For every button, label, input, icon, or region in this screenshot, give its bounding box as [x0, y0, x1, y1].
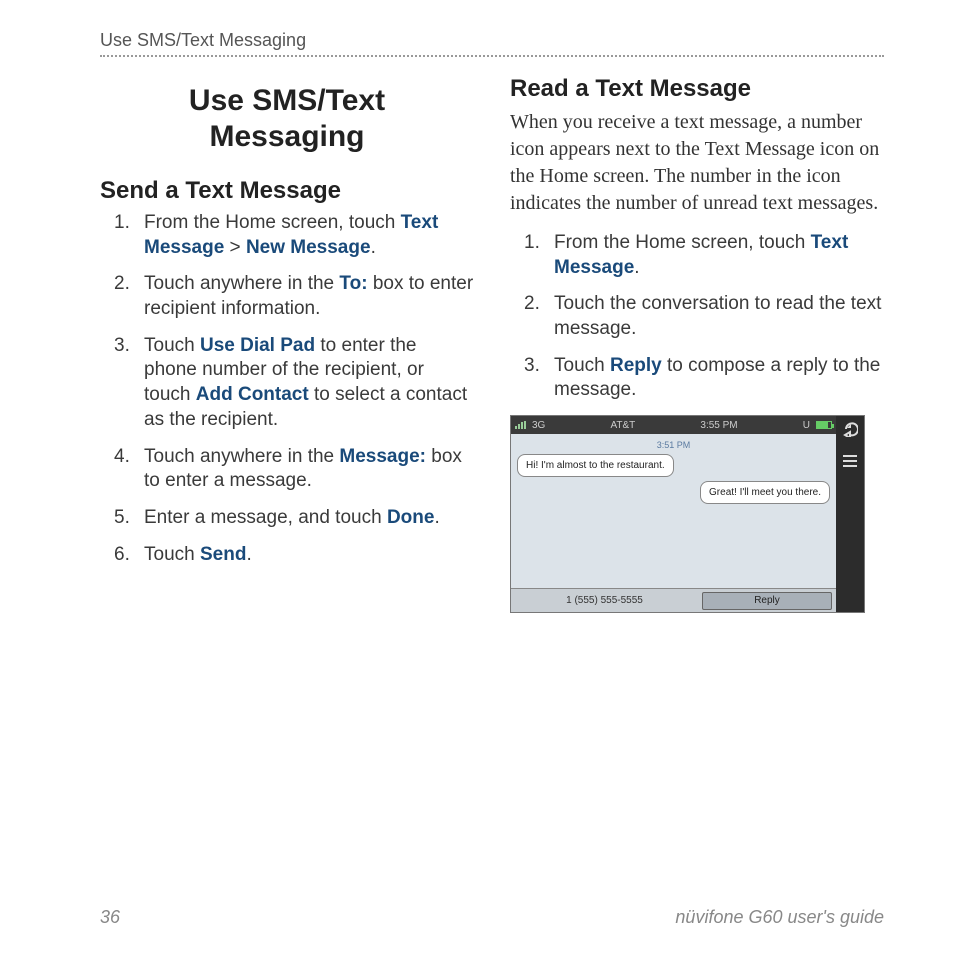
step: 4.Touch anywhere in the Message: box to …: [100, 445, 474, 494]
content-columns: Use SMS/Text Messaging Send a Text Messa…: [100, 75, 884, 613]
send-steps: 1.From the Home screen, touch Text Messa…: [100, 211, 474, 567]
incoming-message-row: Hi! I'm almost to the restaurant.: [517, 454, 830, 477]
network-label: 3G: [532, 420, 545, 431]
right-column: Read a Text Message When you receive a t…: [510, 75, 884, 613]
left-column: Use SMS/Text Messaging Send a Text Messa…: [100, 75, 474, 613]
step: 3.Touch Use Dial Pad to enter the phone …: [100, 334, 474, 433]
title-line-1: Use SMS/Text: [189, 84, 385, 117]
chapter-title: Use SMS/Text Messaging: [100, 83, 474, 155]
contact-number[interactable]: 1 (555) 555-5555: [511, 595, 698, 606]
step: 3.Touch Reply to compose a reply to the …: [510, 354, 884, 403]
status-bar: 3G AT&T 3:55 PM U: [511, 416, 836, 434]
title-line-2: Messaging: [209, 120, 364, 153]
step: 1.From the Home screen, touch Text Messa…: [510, 231, 884, 280]
clock-label: 3:55 PM: [700, 420, 737, 431]
section-heading-send: Send a Text Message: [100, 177, 474, 205]
phone-main-area: 3G AT&T 3:55 PM U 3:51 PM Hi! I'm almost…: [511, 416, 836, 612]
intro-paragraph: When you receive a text message, a numbe…: [510, 109, 884, 217]
outgoing-message-bubble[interactable]: Great! I'll meet you there.: [700, 481, 830, 504]
section-heading-read: Read a Text Message: [510, 75, 884, 103]
page-footer: 36 nüvifone G60 user's guide: [100, 907, 884, 928]
outgoing-message-row: Great! I'll meet you there.: [517, 481, 830, 504]
reply-button[interactable]: Reply: [702, 592, 832, 610]
step: 5.Enter a message, and touch Done.: [100, 506, 474, 531]
signal-icon: [515, 421, 526, 429]
page-number: 36: [100, 907, 120, 928]
conversation-area[interactable]: 3:51 PM Hi! I'm almost to the restaurant…: [511, 434, 836, 588]
read-steps: 1.From the Home screen, touch Text Messa…: [510, 231, 884, 403]
guide-title: nüvifone G60 user's guide: [675, 907, 884, 928]
phone-sidebar: [836, 416, 864, 612]
battery-icon: [816, 421, 832, 429]
step: 2.Touch anywhere in the To: box to enter…: [100, 272, 474, 321]
running-header: Use SMS/Text Messaging: [100, 30, 884, 57]
back-icon[interactable]: [841, 420, 859, 438]
message-timestamp: 3:51 PM: [517, 440, 830, 450]
step: 2.Touch the conversation to read the tex…: [510, 292, 884, 341]
step: 6.Touch Send.: [100, 543, 474, 568]
incoming-message-bubble[interactable]: Hi! I'm almost to the restaurant.: [517, 454, 674, 477]
phone-screenshot: 3G AT&T 3:55 PM U 3:51 PM Hi! I'm almost…: [510, 415, 865, 613]
usb-icon: U: [803, 420, 810, 431]
menu-icon[interactable]: [841, 452, 859, 470]
manual-page: Use SMS/Text Messaging Use SMS/Text Mess…: [0, 0, 954, 954]
step: 1.From the Home screen, touch Text Messa…: [100, 211, 474, 260]
bottom-bar: 1 (555) 555-5555 Reply: [511, 588, 836, 612]
carrier-label: AT&T: [610, 420, 635, 431]
